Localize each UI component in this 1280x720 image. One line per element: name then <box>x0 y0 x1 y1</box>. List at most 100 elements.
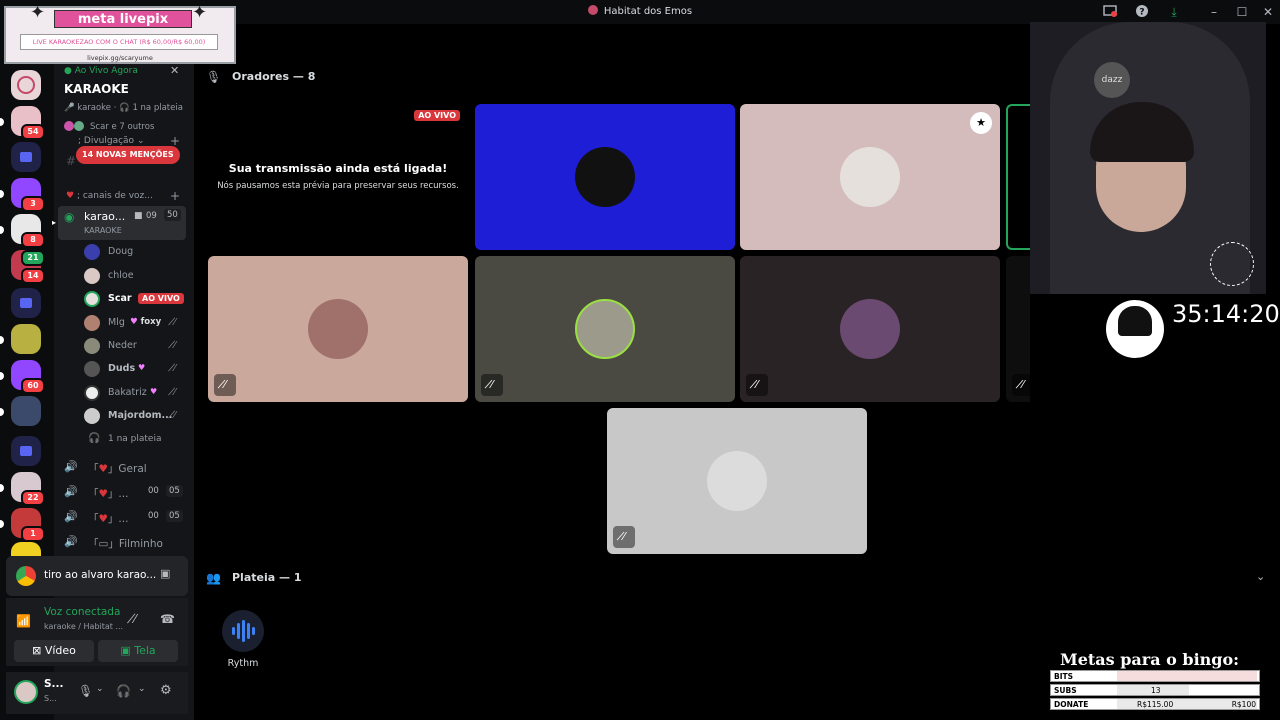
active-stage-channel[interactable]: ◉ karao... KARAOKE ■ 09 50 <box>58 206 186 240</box>
voice-channel[interactable]: 🔊 「♥」... 00 05 <box>60 481 192 503</box>
member-name: Duds <box>108 363 136 374</box>
live-badge: AO VIVO <box>414 110 460 121</box>
server-folder-icon[interactable] <box>11 288 41 318</box>
voice-member[interactable]: Mlg ♥ foxy ⁄̸ <box>82 313 190 333</box>
twitch-server-icon[interactable]: 3 <box>0 178 45 212</box>
close-event-icon[interactable]: ✕ <box>170 64 179 77</box>
avatar <box>84 361 100 377</box>
noise-suppression-icon[interactable]: ⁄̸ <box>134 612 136 626</box>
category-promo[interactable]: ; Divulgação ⌄ <box>78 136 144 146</box>
voice-member[interactable]: Bakatriz ♥ ⁄̸ <box>82 383 190 403</box>
screen-button[interactable]: ▣ Tela <box>98 640 178 662</box>
speakers-header: Oradores — 8 <box>232 70 316 83</box>
server-avatar[interactable]: 54 <box>0 106 45 140</box>
server-avatar[interactable] <box>11 70 41 100</box>
audience-icon: 👥 <box>206 571 221 585</box>
close-window-icon[interactable]: ✕ <box>1260 4 1276 20</box>
heart-icon: ♥ <box>138 363 146 372</box>
audience-count-row[interactable]: 🎧 1 na plateia <box>82 430 190 450</box>
star-icon: ✦ <box>192 2 208 23</box>
speaker-tile[interactable] <box>475 104 735 250</box>
speaker-tile[interactable]: ⁄̸ <box>475 256 735 402</box>
mic-muted-icon: ⁄̸ <box>1012 374 1030 396</box>
stream-timer: 35:14:20 <box>1172 300 1280 328</box>
chevron-down-icon[interactable]: ⌄ <box>138 684 146 694</box>
speaker-tile[interactable]: ⁄̸ <box>740 256 1000 402</box>
voice-channel-geral[interactable]: 🔊 「♥」Geral <box>60 456 192 478</box>
speaker-icon: 🔊 <box>64 535 78 548</box>
screen-share-icon[interactable]: ▣ <box>160 567 170 580</box>
channel-count-1: 00 <box>148 511 159 521</box>
avatar <box>707 451 767 511</box>
bingo-row-subs: SUBS 13 <box>1050 684 1260 696</box>
livepix-url: livepix.gg/scaryume <box>87 54 153 62</box>
inbox-icon[interactable] <box>1102 4 1118 20</box>
livepix-goal: LIVE KARAOKEZAO COM O CHAT (R$ 60,00/R$ … <box>20 34 218 50</box>
avatar <box>840 147 900 207</box>
member-name: Neder <box>108 340 137 351</box>
minimize-icon[interactable]: – <box>1206 4 1222 20</box>
speaker-tile[interactable] <box>1006 104 1030 250</box>
headphones-icon[interactable]: 🎧 <box>116 684 131 698</box>
avatar <box>840 299 900 359</box>
voice-location[interactable]: karaoke / Habitat ... <box>44 622 123 631</box>
server-avatar[interactable]: 21 14 <box>11 250 45 284</box>
activity-panel[interactable]: tiro ao alvaro karao... ▣ <box>6 556 188 596</box>
channel-count-2: 05 <box>166 485 183 497</box>
chevron-down-icon[interactable]: ⌄ <box>96 684 104 694</box>
server-avatar[interactable]: 22 <box>0 472 45 506</box>
bingo-row-bits: BITS <box>1050 670 1260 682</box>
user-status: S... <box>44 694 57 703</box>
add-voice-channel-icon[interactable]: + <box>170 189 180 203</box>
connection-icon: 📶 <box>16 614 31 628</box>
twitch-server-icon[interactable]: 60 <box>0 360 45 394</box>
speaker-tile[interactable]: ⁄̸ <box>1006 256 1030 402</box>
help-icon[interactable]: ? <box>1134 4 1150 20</box>
username[interactable]: S... <box>44 678 64 690</box>
maximize-icon[interactable]: ☐ <box>1234 4 1250 20</box>
voice-member[interactable]: Neder ⁄̸ <box>82 336 190 356</box>
mic-muted-icon: ⁄̸ <box>174 410 176 421</box>
disconnect-icon[interactable]: ☎ <box>160 612 175 626</box>
new-mentions-badge[interactable]: 14 NOVAS MENÇÕES <box>76 146 180 164</box>
voice-member[interactable]: Doug <box>82 242 190 262</box>
server-avatar[interactable]: 8 <box>0 214 45 248</box>
live-badge: AO VIVO <box>138 293 184 304</box>
voice-member[interactable]: Duds ♥ ⁄̸ <box>82 359 190 379</box>
server-avatar[interactable] <box>11 542 41 556</box>
channel-count-2: 50 <box>164 209 181 221</box>
voice-channel-filminho[interactable]: 🔊 「▭」Filminho <box>60 531 192 553</box>
audience-member-avatar[interactable] <box>222 610 264 652</box>
channel-count-1: 00 <box>148 486 159 496</box>
star-icon: ✦ <box>30 2 46 23</box>
avatar[interactable] <box>14 680 38 704</box>
server-folder-icon[interactable] <box>11 436 41 466</box>
speaker-tile[interactable]: ⁄̸ <box>607 408 867 554</box>
voice-channel[interactable]: 🔊 「♥」... 00 05 <box>60 506 192 528</box>
avatar <box>308 299 368 359</box>
event-meta: 🎤 karaoke · 🎧 1 na plateia <box>64 103 183 113</box>
stream-notice-tile[interactable]: AO VIVO Sua transmissão ainda está ligad… <box>208 104 468 250</box>
settings-gear-icon[interactable]: ⚙ <box>160 683 172 698</box>
server-folder-icon[interactable] <box>11 142 41 172</box>
avatar <box>84 291 100 307</box>
category-voice[interactable]: ♥ ; canais de voz... <box>66 191 153 201</box>
microphone-icon[interactable]: 🎙 <box>78 684 93 698</box>
member-name: Mlg <box>108 317 125 328</box>
server-avatar[interactable] <box>0 396 41 426</box>
channel-name: 「▭」Filminho <box>88 538 163 550</box>
speaker-tile[interactable]: ⁄̸ <box>208 256 468 402</box>
speaker-tile[interactable]: ★ <box>740 104 1000 250</box>
voice-member[interactable]: chloe <box>82 266 190 286</box>
voice-member[interactable]: Scar AO VIVO <box>82 289 190 309</box>
voice-status[interactable]: Voz conectada <box>44 606 120 618</box>
server-avatar[interactable] <box>0 324 41 354</box>
avatar <box>575 147 635 207</box>
download-icon[interactable]: ⤓ <box>1166 4 1182 20</box>
server-avatar[interactable]: 1 <box>0 508 45 542</box>
avatar <box>84 244 100 260</box>
voice-member[interactable]: Majordom... ⁄̸ <box>82 406 190 426</box>
video-button[interactable]: ⊠ Vídeo <box>14 640 94 662</box>
hash-icon: # <box>66 154 77 168</box>
chevron-down-icon[interactable]: ⌄ <box>1256 570 1265 583</box>
